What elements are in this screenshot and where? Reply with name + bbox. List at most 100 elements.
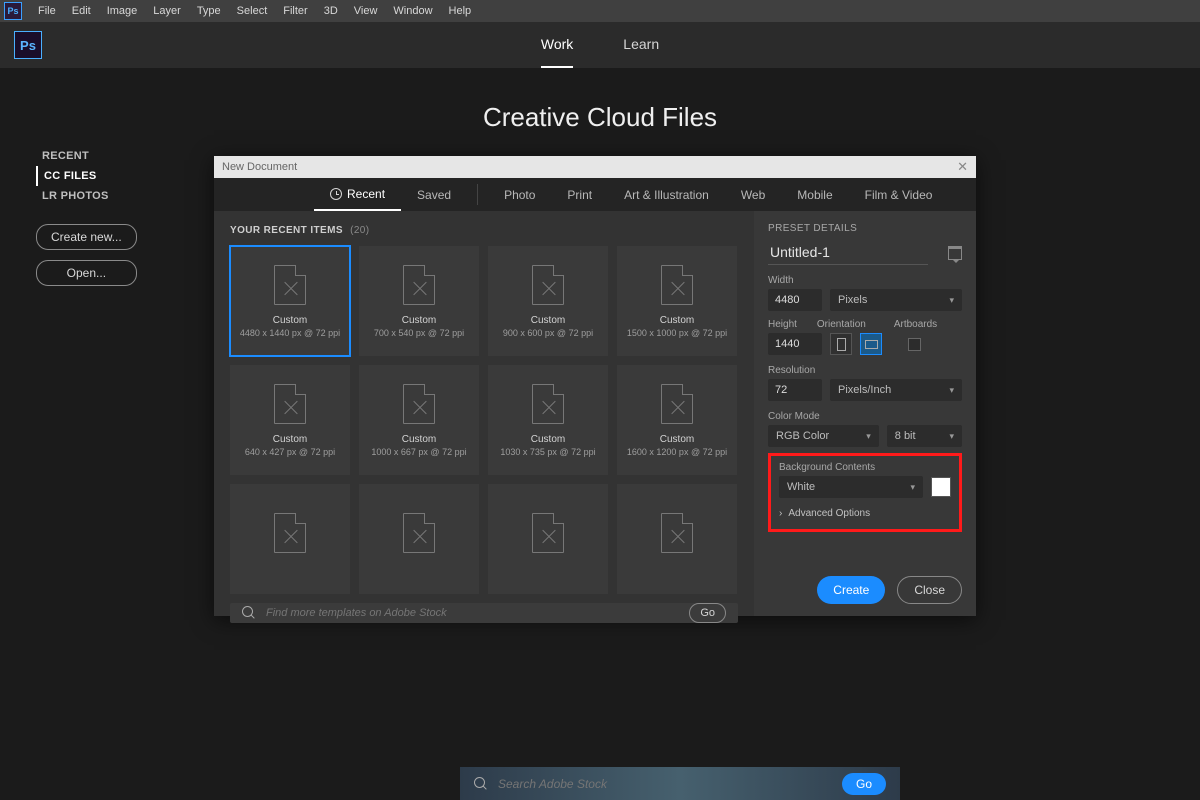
document-icon xyxy=(274,384,306,424)
new-document-dialog: New Document ✕ Recent Saved PhotoPrintArt … xyxy=(214,156,976,616)
color-mode-dropdown[interactable]: RGB Color▾ xyxy=(768,425,879,447)
create-button[interactable]: Create xyxy=(817,576,885,604)
dialog-tab-saved[interactable]: Saved xyxy=(401,178,467,211)
recent-item[interactable]: Custom 640 x 427 px @ 72 ppi xyxy=(230,365,350,475)
dialog-tab-label: Film & Video xyxy=(865,188,933,202)
recent-item[interactable]: Custom700 x 540 px @ 72 ppi xyxy=(359,246,479,356)
menu-help[interactable]: Help xyxy=(441,5,480,17)
menu-layer[interactable]: Layer xyxy=(145,5,189,17)
orientation-landscape-button[interactable] xyxy=(860,333,882,355)
artboards-checkbox[interactable] xyxy=(908,338,921,351)
color-depth-value: 8 bit xyxy=(895,430,916,442)
recent-item-title: Custom xyxy=(273,315,307,326)
menu-image[interactable]: Image xyxy=(99,5,146,17)
recent-item[interactable] xyxy=(488,484,608,594)
background-contents-dropdown[interactable]: White▾ xyxy=(779,476,923,498)
dialog-tab-photo[interactable]: Photo xyxy=(488,178,551,211)
menu-file[interactable]: File xyxy=(30,5,64,17)
bottom-stock-go-button[interactable]: Go xyxy=(842,773,886,795)
dialog-tab-mobile[interactable]: Mobile xyxy=(781,178,848,211)
dialog-tab-print[interactable]: Print xyxy=(551,178,608,211)
document-icon xyxy=(661,384,693,424)
recent-item-dims: 1500 x 1000 px @ 72 ppi xyxy=(627,328,727,338)
close-icon[interactable]: ✕ xyxy=(957,159,968,175)
resolution-input[interactable] xyxy=(768,379,822,401)
artboards-label: Artboards xyxy=(894,319,937,330)
recent-item-title: Custom xyxy=(660,434,694,445)
orientation-portrait-button[interactable] xyxy=(830,333,852,355)
resolution-label: Resolution xyxy=(768,365,962,376)
sidenav-cc-files[interactable]: CC FILES xyxy=(36,166,115,186)
dialog-tab-recent[interactable]: Recent xyxy=(314,178,401,211)
recent-item[interactable]: Custom1500 x 1000 px @ 72 ppi xyxy=(617,246,737,356)
menu-filter[interactable]: Filter xyxy=(275,5,315,17)
search-icon xyxy=(242,606,256,620)
menu-type[interactable]: Type xyxy=(189,5,229,17)
recent-item-dims: 1600 x 1200 px @ 72 ppi xyxy=(627,447,727,457)
dialog-tab-label: Recent xyxy=(347,187,385,201)
recent-item-title: Custom xyxy=(273,434,307,445)
dialog-tab-web[interactable]: Web xyxy=(725,178,781,211)
bottom-stock-bar: Go xyxy=(460,767,900,800)
menu-view[interactable]: View xyxy=(346,5,386,17)
document-icon xyxy=(274,265,306,305)
recent-item[interactable]: Custom 1600 x 1200 px @ 72 ppi xyxy=(617,365,737,475)
recent-header-label: YOUR RECENT ITEMS xyxy=(230,225,343,236)
background-contents-value: White xyxy=(787,481,815,493)
save-preset-icon[interactable] xyxy=(948,246,962,260)
ps-badge-icon: Ps xyxy=(14,31,42,59)
recent-item[interactable]: Custom900 x 600 px @ 72 ppi xyxy=(488,246,608,356)
stock-search-input[interactable] xyxy=(266,607,679,619)
dialog-tab-art-illustration[interactable]: Art & Illustration xyxy=(608,178,725,211)
background-color-swatch[interactable] xyxy=(931,477,951,497)
search-icon xyxy=(474,777,488,791)
stock-go-button[interactable]: Go xyxy=(689,603,726,623)
recent-item-title: Custom xyxy=(531,434,565,445)
menu-edit[interactable]: Edit xyxy=(64,5,99,17)
document-icon xyxy=(403,513,435,553)
document-icon xyxy=(403,384,435,424)
resolution-unit-label: Pixels/Inch xyxy=(838,384,891,396)
clock-icon xyxy=(330,188,342,200)
menu-select[interactable]: Select xyxy=(229,5,276,17)
recent-item[interactable] xyxy=(617,484,737,594)
recent-item[interactable] xyxy=(230,484,350,594)
recent-item[interactable]: Custom4480 x 1440 px @ 72 ppi xyxy=(230,246,350,356)
menu-3d[interactable]: 3D xyxy=(316,5,346,17)
sidenav-lr-photos[interactable]: LR PHOTOS xyxy=(36,186,115,206)
create-new-button[interactable]: Create new... xyxy=(36,224,137,250)
dialog-titlebar: New Document ✕ xyxy=(214,156,976,178)
side-buttons: Create new... Open... xyxy=(36,224,137,286)
width-unit-dropdown[interactable]: Pixels▾ xyxy=(830,289,962,311)
recent-item[interactable]: Custom1030 x 735 px @ 72 ppi xyxy=(488,365,608,475)
dialog-left: YOUR RECENT ITEMS (20) Custom4480 x 1440… xyxy=(214,211,754,616)
bottom-stock-input[interactable] xyxy=(498,777,832,791)
advanced-options-toggle[interactable]: › Advanced Options xyxy=(779,508,951,519)
recent-header: YOUR RECENT ITEMS (20) xyxy=(230,225,738,236)
width-label: Width xyxy=(768,275,962,286)
background-contents-highlight: Background Contents White▾ › Advanced Op… xyxy=(768,453,962,532)
resolution-unit-dropdown[interactable]: Pixels/Inch▾ xyxy=(830,379,962,401)
open-button[interactable]: Open... xyxy=(36,260,137,286)
width-input[interactable] xyxy=(768,289,822,311)
work-tab-learn[interactable]: Learn xyxy=(623,22,659,68)
document-icon xyxy=(532,384,564,424)
dialog-tabs: Recent Saved PhotoPrintArt & IllustrationW… xyxy=(214,178,976,211)
document-name-input[interactable] xyxy=(768,240,928,265)
sidenav-recent[interactable]: RECENT xyxy=(36,146,115,166)
dialog-tab-label: Saved xyxy=(417,188,451,202)
document-icon xyxy=(403,265,435,305)
height-input[interactable] xyxy=(768,333,822,355)
menubar: Ps FileEditImageLayerTypeSelectFilter3DV… xyxy=(0,0,1200,22)
recent-item[interactable] xyxy=(359,484,479,594)
dialog-tab-film-video[interactable]: Film & Video xyxy=(849,178,949,211)
recent-item[interactable]: Custom1000 x 667 px @ 72 ppi xyxy=(359,365,479,475)
work-tab-work[interactable]: Work xyxy=(541,22,573,68)
document-icon xyxy=(274,513,306,553)
close-button[interactable]: Close xyxy=(897,576,962,604)
menu-window[interactable]: Window xyxy=(385,5,440,17)
recent-item-dims: 640 x 427 px @ 72 ppi xyxy=(245,447,335,457)
orientation-label: Orientation xyxy=(817,319,866,330)
preset-details-panel: PRESET DETAILS Width Pixels▾ Height Orie… xyxy=(754,211,976,616)
color-depth-dropdown[interactable]: 8 bit▾ xyxy=(887,425,962,447)
